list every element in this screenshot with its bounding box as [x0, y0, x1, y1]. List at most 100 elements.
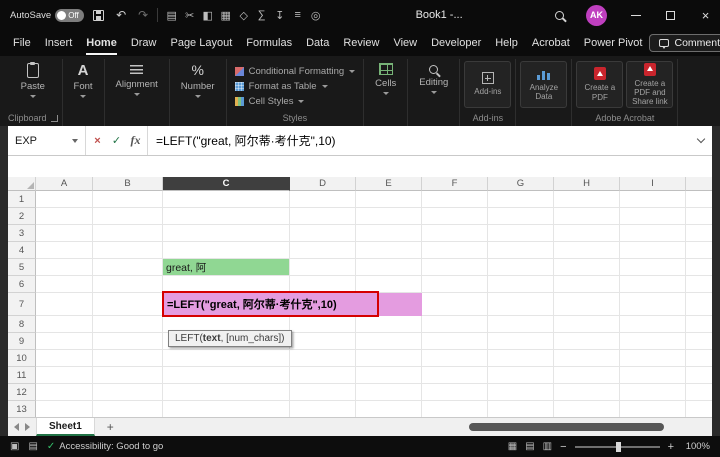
- cell-D9[interactable]: [290, 333, 356, 350]
- format-painter-icon[interactable]: ◧: [200, 9, 215, 22]
- cell-G3[interactable]: [488, 225, 554, 242]
- analyze-data-button[interactable]: Analyze Data: [520, 61, 568, 108]
- cell-H5[interactable]: [554, 259, 620, 276]
- cell-B8[interactable]: [93, 316, 163, 333]
- cell-G6[interactable]: [488, 276, 554, 293]
- cell-A9[interactable]: [36, 333, 93, 350]
- cell-C4[interactable]: [163, 242, 290, 259]
- menu-tab-draw[interactable]: Draw: [124, 30, 164, 56]
- row-header-7[interactable]: 7: [8, 293, 36, 316]
- keyboard-icon[interactable]: ▤: [28, 441, 37, 452]
- cell-D8[interactable]: [290, 316, 356, 333]
- undo-icon[interactable]: ↶: [113, 8, 129, 22]
- cell-I7[interactable]: [620, 293, 686, 316]
- accessibility-status[interactable]: ✓ Accessibility: Good to go: [47, 441, 163, 452]
- cell-F5[interactable]: [422, 259, 488, 276]
- cell-C10[interactable]: [163, 350, 290, 367]
- row-header-5[interactable]: 5: [8, 259, 36, 276]
- zoom-level[interactable]: 100%: [682, 441, 710, 452]
- add-sheet-button[interactable]: +: [101, 420, 120, 434]
- clipboard-dialog-launcher-icon[interactable]: [50, 114, 58, 122]
- column-header-E[interactable]: E: [356, 177, 422, 191]
- cell-I9[interactable]: [620, 333, 686, 350]
- menu-tab-developer[interactable]: Developer: [424, 30, 488, 56]
- cell-H4[interactable]: [554, 242, 620, 259]
- cell-B6[interactable]: [93, 276, 163, 293]
- spreadsheet-grid[interactable]: =LEFT("great, 阿尔蒂·考什克",10) LEFT(text, [n…: [8, 177, 712, 417]
- cell-E4[interactable]: [356, 242, 422, 259]
- cell-D2[interactable]: [290, 208, 356, 225]
- editing-button[interactable]: Editing: [412, 60, 455, 94]
- menu-tab-formulas[interactable]: Formulas: [239, 30, 299, 56]
- cell-G13[interactable]: [488, 401, 554, 417]
- cell-F2[interactable]: [422, 208, 488, 225]
- cell-F9[interactable]: [422, 333, 488, 350]
- cell-E10[interactable]: [356, 350, 422, 367]
- cell-F12[interactable]: [422, 384, 488, 401]
- horizontal-scrollbar[interactable]: [469, 423, 664, 431]
- cell-I5[interactable]: [620, 259, 686, 276]
- row-header-6[interactable]: 6: [8, 276, 36, 293]
- row-header-10[interactable]: 10: [8, 350, 36, 367]
- paste-button[interactable]: Paste: [14, 60, 52, 98]
- insert-function-button[interactable]: fx: [126, 133, 145, 148]
- cell-F6[interactable]: [422, 276, 488, 293]
- cell-C11[interactable]: [163, 367, 290, 384]
- cell-A7[interactable]: [36, 293, 93, 316]
- cell-G5[interactable]: [488, 259, 554, 276]
- cell-E9[interactable]: [356, 333, 422, 350]
- menu-tab-data[interactable]: Data: [299, 30, 336, 56]
- autosave-toggle[interactable]: AutoSave Off: [10, 8, 85, 22]
- column-header-D[interactable]: D: [290, 177, 356, 191]
- picture-icon[interactable]: ▦: [218, 9, 233, 22]
- cell-I11[interactable]: [620, 367, 686, 384]
- cell-F4[interactable]: [422, 242, 488, 259]
- select-all-button[interactable]: [8, 177, 36, 191]
- cell-C3[interactable]: [163, 225, 290, 242]
- sum-icon[interactable]: ∑: [254, 9, 269, 22]
- row-header-1[interactable]: 1: [8, 191, 36, 208]
- comments-button[interactable]: Comments: [649, 34, 720, 52]
- column-header-G[interactable]: G: [488, 177, 554, 191]
- zoom-slider-thumb[interactable]: [615, 441, 621, 452]
- cell-A13[interactable]: [36, 401, 93, 417]
- column-header-F[interactable]: F: [422, 177, 488, 191]
- save-icon[interactable]: [93, 9, 105, 21]
- cell-A8[interactable]: [36, 316, 93, 333]
- record-macro-icon[interactable]: ▣: [10, 441, 19, 452]
- sheet-tab-sheet1[interactable]: Sheet1: [36, 418, 95, 436]
- cell-G7[interactable]: [488, 293, 554, 316]
- cell-B10[interactable]: [93, 350, 163, 367]
- cell-D5[interactable]: [290, 259, 356, 276]
- cell-I4[interactable]: [620, 242, 686, 259]
- minimize-button[interactable]: [621, 0, 650, 30]
- menu-tab-insert[interactable]: Insert: [38, 30, 80, 56]
- row-header-8[interactable]: 8: [8, 316, 36, 333]
- cell-H6[interactable]: [554, 276, 620, 293]
- row-header-9[interactable]: 9: [8, 333, 36, 350]
- cell-F7[interactable]: [422, 293, 488, 316]
- styles-button-format-as-table[interactable]: Format as Table: [231, 79, 360, 93]
- cell-A2[interactable]: [36, 208, 93, 225]
- menu-tab-help[interactable]: Help: [488, 30, 525, 56]
- close-button[interactable]: ×: [691, 0, 720, 30]
- cell-D3[interactable]: [290, 225, 356, 242]
- enter-button[interactable]: ✓: [107, 134, 126, 147]
- cut-icon[interactable]: ✂: [182, 9, 197, 22]
- name-box[interactable]: EXP: [8, 126, 86, 155]
- cell-I3[interactable]: [620, 225, 686, 242]
- row-header-11[interactable]: 11: [8, 367, 36, 384]
- cell-H3[interactable]: [554, 225, 620, 242]
- styles-button-conditional-formatting[interactable]: Conditional Formatting: [231, 64, 360, 78]
- cell-E8[interactable]: [356, 316, 422, 333]
- cell-G8[interactable]: [488, 316, 554, 333]
- cell-B5[interactable]: [93, 259, 163, 276]
- cell-I13[interactable]: [620, 401, 686, 417]
- cell-C13[interactable]: [163, 401, 290, 417]
- column-header-I[interactable]: I: [620, 177, 686, 191]
- cell-C12[interactable]: [163, 384, 290, 401]
- cell-B7[interactable]: [93, 293, 163, 316]
- page-layout-view-icon[interactable]: ▤: [525, 441, 534, 452]
- avatar[interactable]: AK: [586, 4, 607, 26]
- cell-A12[interactable]: [36, 384, 93, 401]
